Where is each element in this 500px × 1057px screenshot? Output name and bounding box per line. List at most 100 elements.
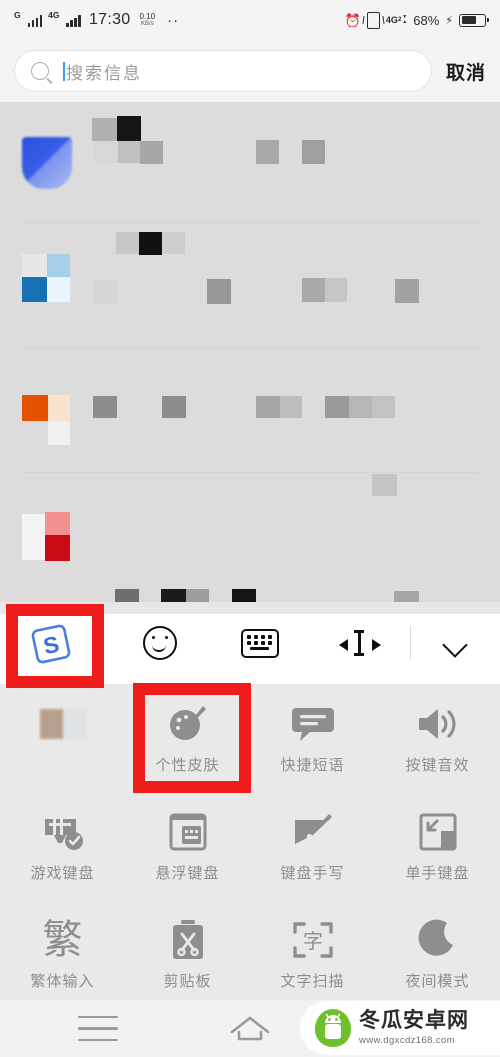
watermark-url: www.dgxcdz168.com [359,1034,456,1046]
text-blur [256,140,279,164]
keyboard-switch-button[interactable] [210,602,310,684]
mobile-data-icon: 4G 2 ▼ ▲ [386,15,407,25]
one-hand-keyboard-icon [417,808,459,856]
function-label: 键盘手写 [280,864,345,882]
mobile-data-sub: 2 [397,17,402,23]
text-blur [94,141,118,163]
list-divider [22,347,478,348]
censored-icon [39,700,86,748]
carrier-1-label: G [14,10,21,20]
text-blur [302,140,325,164]
function-cell-textscan[interactable]: 字 文字扫描 [250,900,375,1008]
function-label: 悬浮键盘 [155,864,220,882]
avatar-blur [22,137,72,189]
home-icon[interactable] [228,1015,272,1043]
network-speed-unit: KB/s [140,21,154,27]
moon-icon [417,916,459,964]
text-blur [93,280,118,304]
skin-button-highlight [133,683,251,793]
function-cell-nightmode[interactable]: 夜间模式 [375,900,500,1008]
text-blur [93,396,117,418]
text-blur [372,396,395,418]
text-blur [395,279,419,303]
text-blur [394,591,419,602]
function-label: 快捷短语 [280,756,345,774]
alarm-clock-icon: ⏰ [344,12,361,28]
avatar-blur [45,512,70,535]
data-arrows-icon: ▼ ▲ [402,14,408,25]
status-bar-right: ⏰ 4G 2 ▼ ▲ 68% ⚡ [344,11,489,29]
collapse-keyboard-button[interactable] [410,602,500,684]
system-nav-bar: 冬瓜安卓网 www.dgxcdz168.com [0,1000,500,1057]
list-divider [22,472,478,473]
signal-bars-1-icon [27,14,43,27]
chevron-down-icon [443,631,467,655]
text-blur [92,118,117,141]
emoji-button[interactable] [110,602,210,684]
function-cell-keysound[interactable]: 按键音效 [375,684,500,792]
text-blur [349,396,372,418]
function-label: 剪贴板 [163,972,212,990]
avatar-blur [47,254,70,277]
avatar-blur [48,395,70,421]
function-cell-gamepad[interactable]: 游戏键盘 [0,792,125,900]
toolbar-icon-row [110,602,500,684]
sogou-logo-highlight [6,604,104,688]
cursor-move-button[interactable] [310,602,410,684]
text-blur [207,279,231,304]
function-cell-handwriting[interactable]: 键盘手写 [250,792,375,900]
function-cell-traditional[interactable]: 繁 繁体输入 [0,900,125,1008]
function-cell-floating-kb[interactable]: 悬浮键盘 [125,792,250,900]
text-blur [395,119,419,141]
status-bar: G 4G 17:30 0.10 KB/s ·· ⏰ 4G 2 ▼ ▲ 68% ⚡ [0,0,500,40]
gamepad-check-icon [40,808,86,856]
text-blur [115,589,139,602]
text-blur [280,396,302,418]
battery-percent-label: 68% [413,12,440,28]
toolbar-divider [410,626,411,660]
avatar-blur [48,421,70,445]
handwriting-pen-icon [291,808,335,856]
watermark-text: 冬瓜安卓网 www.dgxcdz168.com [359,1009,469,1046]
carrier-2-label: 4G [48,10,60,20]
vibrate-icon [366,11,380,29]
clock-label: 17:30 [88,11,131,28]
search-bar: 搜索信息 取消 [0,40,500,102]
function-label: 游戏键盘 [30,864,95,882]
function-label: 夜间模式 [405,972,470,990]
text-blur [118,141,140,163]
recents-menu-icon[interactable] [78,1015,118,1042]
emoji-icon [143,626,177,660]
network-speed-value: 0.10 [139,12,156,21]
keyboard-icon [241,628,279,658]
text-blur [325,396,349,418]
watermark: 冬瓜安卓网 www.dgxcdz168.com [300,1001,500,1055]
traditional-chinese-icon: 繁 [42,917,83,963]
function-cell-phrases[interactable]: 快捷短语 [250,684,375,792]
avatar-blur [22,277,47,302]
clipboard-scissors-icon [168,916,208,964]
text-blur [186,589,209,602]
text-blur [162,232,185,254]
speaker-icon [415,700,461,748]
search-icon [31,62,49,80]
avatar-blur [22,395,48,421]
function-cell-onehand[interactable]: 单手键盘 [375,792,500,900]
text-blur [116,232,139,254]
avatar-blur [22,514,45,560]
list-divider [22,222,478,223]
text-blur [140,141,163,164]
phone-screen: G 4G 17:30 0.10 KB/s ·· ⏰ 4G2 ▼▲ 68% ⚡ [0,0,500,1057]
status-bar-left: G 4G 17:30 0.10 KB/s ·· [14,11,179,29]
cursor-move-icon [337,630,383,656]
function-cell-clipboard[interactable]: 剪贴板 [125,900,250,1008]
avatar-blur [45,535,70,561]
watermark-site-name: 冬瓜安卓网 [359,1009,469,1033]
function-label: 繁体输入 [30,972,95,990]
charging-bolt-icon: ⚡ [445,14,453,27]
search-input[interactable]: 搜索信息 [14,50,432,92]
android-melon-logo-icon [314,1008,352,1048]
cancel-button[interactable]: 取消 [446,58,486,85]
speech-bubble-icon [290,700,336,748]
function-cell-censored[interactable] [0,684,125,792]
